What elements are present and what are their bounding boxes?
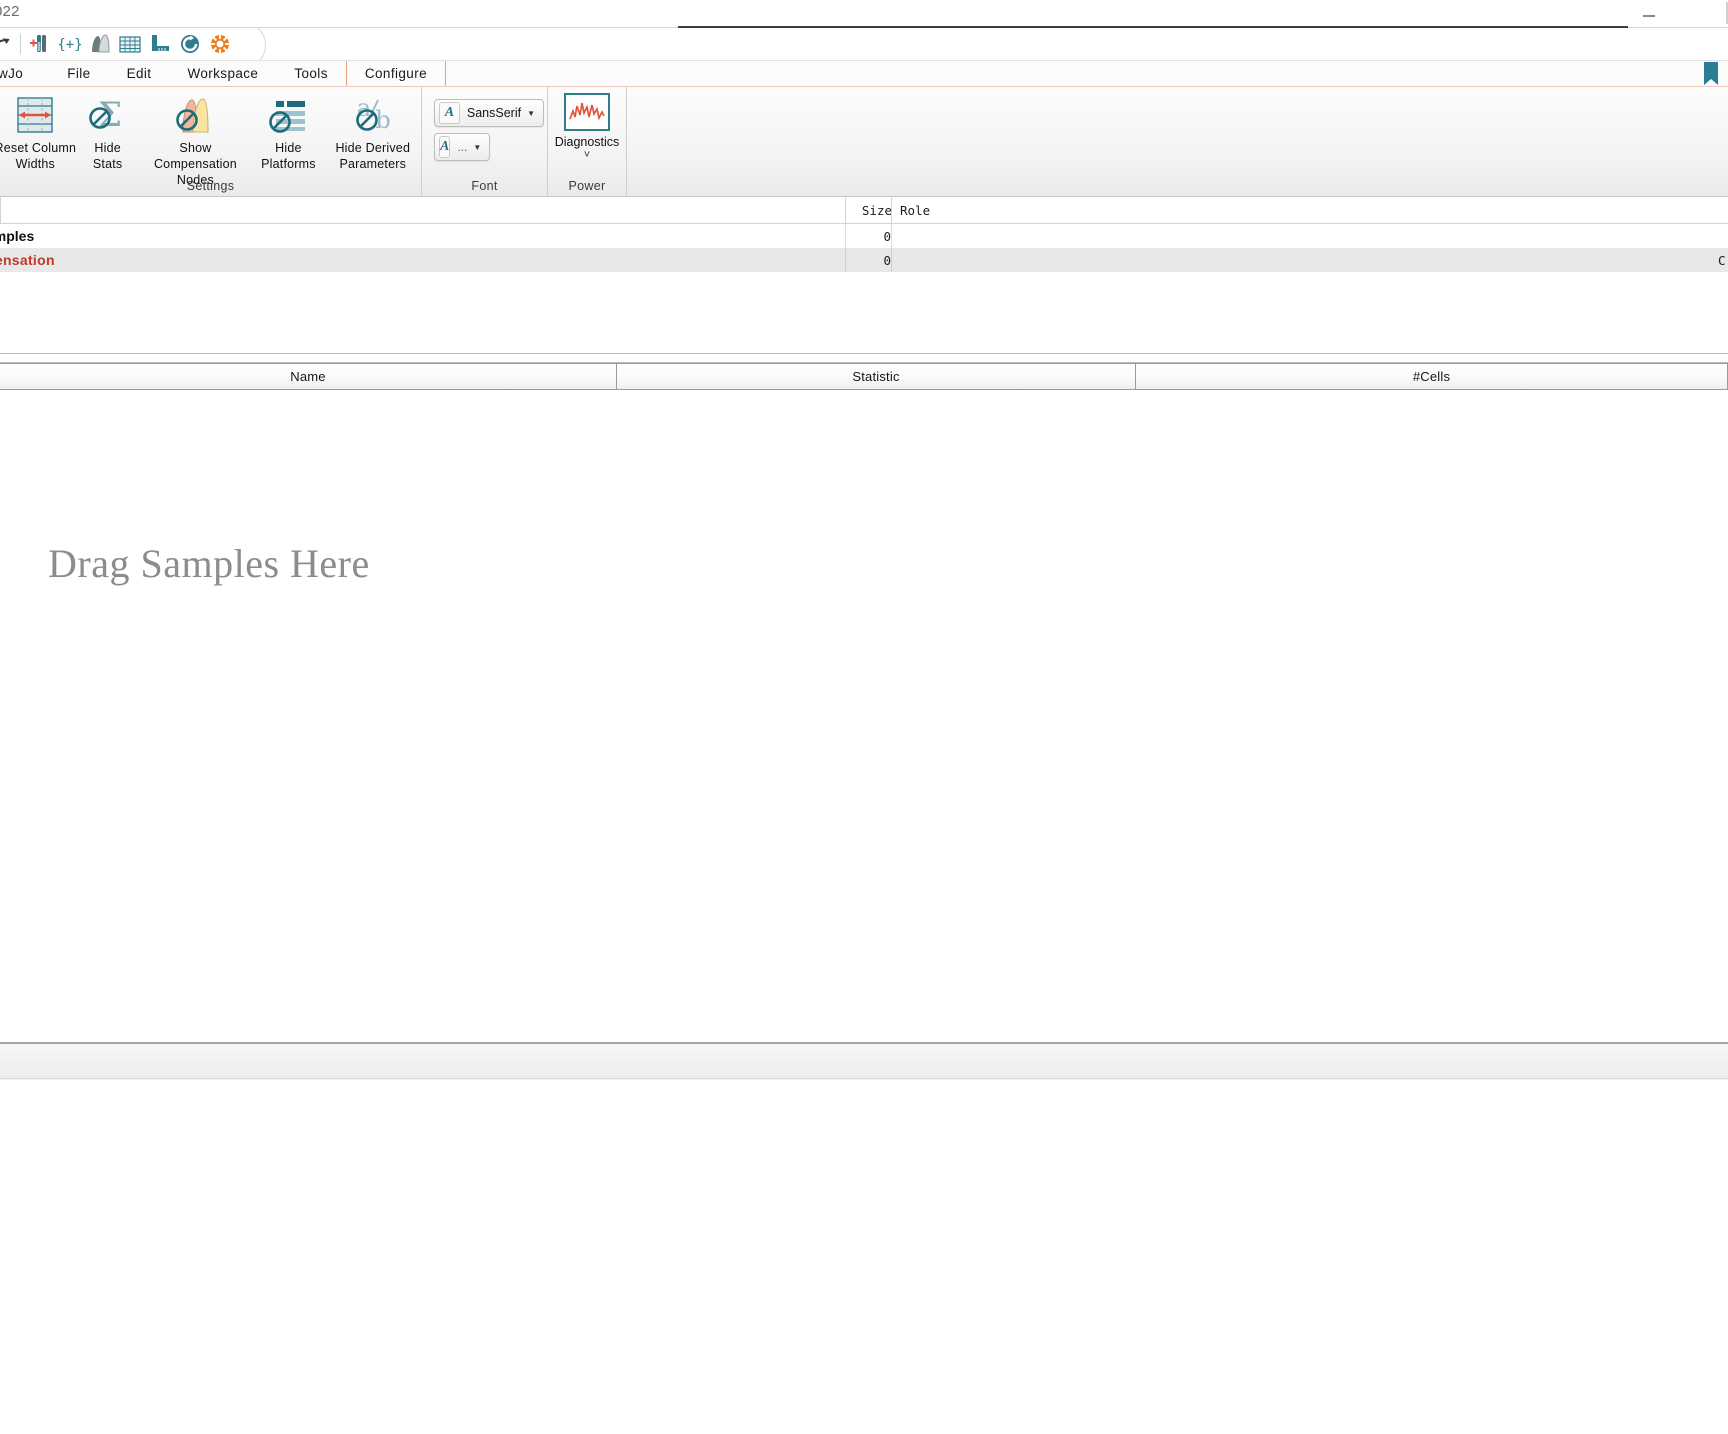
toolbar-arc-decoration xyxy=(248,28,274,60)
samples-column-header: Name Statistic #Cells xyxy=(0,363,1728,390)
group-name-all-samples: amples xyxy=(0,224,34,248)
status-bar-inner xyxy=(0,1045,1728,1079)
menu-bar: wJo File Edit Workspace Tools Configure xyxy=(0,60,1728,87)
samples-column-name[interactable]: Name xyxy=(0,364,617,389)
samples-column-statistic[interactable]: Statistic xyxy=(617,364,1136,389)
hide-stats-label-2: Stats xyxy=(93,157,123,171)
hide-derived-parameters-icon: a b xyxy=(347,93,399,137)
drag-samples-hint: Drag Samples Here xyxy=(48,540,370,587)
hide-platforms-label-1: Hide xyxy=(275,141,302,155)
menu-item-tools[interactable]: Tools xyxy=(276,61,346,86)
hide-platforms-icon xyxy=(264,93,312,137)
add-samples-icon[interactable] xyxy=(25,29,55,59)
hide-stats-label-1: Hide xyxy=(94,141,121,155)
ribbon-group-settings: Reset Column Widths Σ Hide Stats xyxy=(0,87,422,196)
samples-column-cells[interactable]: #Cells xyxy=(1136,364,1728,389)
svg-text:{+}: {+} xyxy=(57,37,82,53)
table-editor-icon[interactable] xyxy=(115,29,145,59)
add-group-icon[interactable]: {+} xyxy=(55,29,85,59)
menu-item-file[interactable]: File xyxy=(49,61,108,86)
status-bar xyxy=(0,1042,1728,1080)
quick-access-toolbar: {+} xyxy=(0,28,1728,60)
ribbon-group-font-label: Font xyxy=(422,179,547,196)
hide-stats-button[interactable]: Σ Hide Stats xyxy=(77,87,139,172)
chevron-down-icon: ▼ xyxy=(527,109,535,118)
font-family-value: SansSerif xyxy=(467,106,521,120)
ribbon-group-power-label: Power xyxy=(548,179,626,196)
ribbon-filler xyxy=(627,87,1728,196)
window-title: 022 xyxy=(0,3,20,20)
compensation-icon[interactable] xyxy=(85,29,115,59)
diagnostics-waveform-icon xyxy=(564,93,610,131)
minimize-button[interactable] xyxy=(1626,0,1672,27)
samples-drop-zone[interactable]: Drag Samples Here xyxy=(0,390,1728,950)
samples-pane: Name Statistic #Cells Drag Samples Here xyxy=(0,354,1728,1434)
hide-derived-parameters-label-1: Hide Derived xyxy=(335,141,410,155)
title-bar: 022 xyxy=(0,0,1728,28)
reset-column-widths-icon xyxy=(11,93,59,137)
samples-header-strip xyxy=(0,354,1728,363)
groups-table-header: Size Role xyxy=(0,197,1728,224)
plugin-icon[interactable] xyxy=(205,29,235,59)
reset-column-widths-button[interactable]: Reset Column Widths xyxy=(0,87,77,172)
bookmark-icon[interactable] xyxy=(1702,61,1720,87)
font-size-value: ... xyxy=(457,140,467,154)
chevron-down-icon: ▼ xyxy=(473,143,481,152)
hide-stats-icon: Σ xyxy=(84,93,132,137)
diagnostics-label: Diagnostics xyxy=(555,135,620,149)
ribbon-toolbar: Reset Column Widths Σ Hide Stats xyxy=(0,87,1728,197)
menu-item-edit[interactable]: Edit xyxy=(109,61,170,86)
hide-derived-parameters-button[interactable]: a b Hide Derived Parameters xyxy=(325,87,421,172)
groups-column-blank[interactable] xyxy=(0,197,846,223)
ribbon-group-font: A SansSerif ▼ A ... ▼ Font xyxy=(422,87,548,196)
hide-platforms-button[interactable]: Hide Platforms xyxy=(252,87,324,172)
groups-table: Size Role amples 0 pensation 0 C xyxy=(0,197,1728,354)
hide-platforms-label-2: Platforms xyxy=(261,157,316,171)
diagnostics-button[interactable]: Diagnostics ˅ xyxy=(548,93,626,161)
chevron-down-icon[interactable]: ˅ xyxy=(584,150,590,161)
menu-item-workspace[interactable]: Workspace xyxy=(169,61,276,86)
refresh-icon[interactable] xyxy=(175,29,205,59)
table-row[interactable]: amples 0 xyxy=(0,224,1728,248)
show-compensation-nodes-label-1: Show Compensation xyxy=(154,141,237,171)
show-compensation-nodes-icon xyxy=(169,93,221,137)
hide-derived-parameters-label-2: Parameters xyxy=(339,157,406,171)
menu-item-flowjo[interactable]: wJo xyxy=(0,61,49,86)
reset-column-widths-label-2: Widths xyxy=(16,157,55,171)
font-letter-icon: A xyxy=(439,102,460,124)
groups-column-role[interactable]: Role xyxy=(891,197,1140,223)
table-row[interactable]: pensation 0 C xyxy=(0,248,1728,272)
redo-icon[interactable] xyxy=(0,29,16,59)
group-size-compensation: 0 xyxy=(845,248,898,272)
group-size-all-samples: 0 xyxy=(845,224,898,248)
show-compensation-nodes-button[interactable]: Show Compensation Nodes xyxy=(139,87,253,188)
menu-item-configure[interactable]: Configure xyxy=(346,61,446,86)
font-family-dropdown[interactable]: A SansSerif ▼ xyxy=(434,99,544,127)
menu-bar-filler xyxy=(446,61,1728,86)
reset-column-widths-label-1: Reset Column xyxy=(0,141,76,155)
ribbon-group-power: Diagnostics ˅ Power xyxy=(548,87,627,196)
ribbon-group-settings-label: Settings xyxy=(0,179,421,196)
group-role-compensation: C xyxy=(1718,248,1726,272)
group-name-compensation: pensation xyxy=(0,248,55,272)
layout-editor-icon[interactable] xyxy=(145,29,175,59)
groups-table-empty-area xyxy=(0,272,1728,348)
font-size-dropdown[interactable]: A ... ▼ xyxy=(434,133,490,161)
font-size-letter-icon: A xyxy=(439,136,450,158)
toolbar-separator xyxy=(20,34,21,54)
